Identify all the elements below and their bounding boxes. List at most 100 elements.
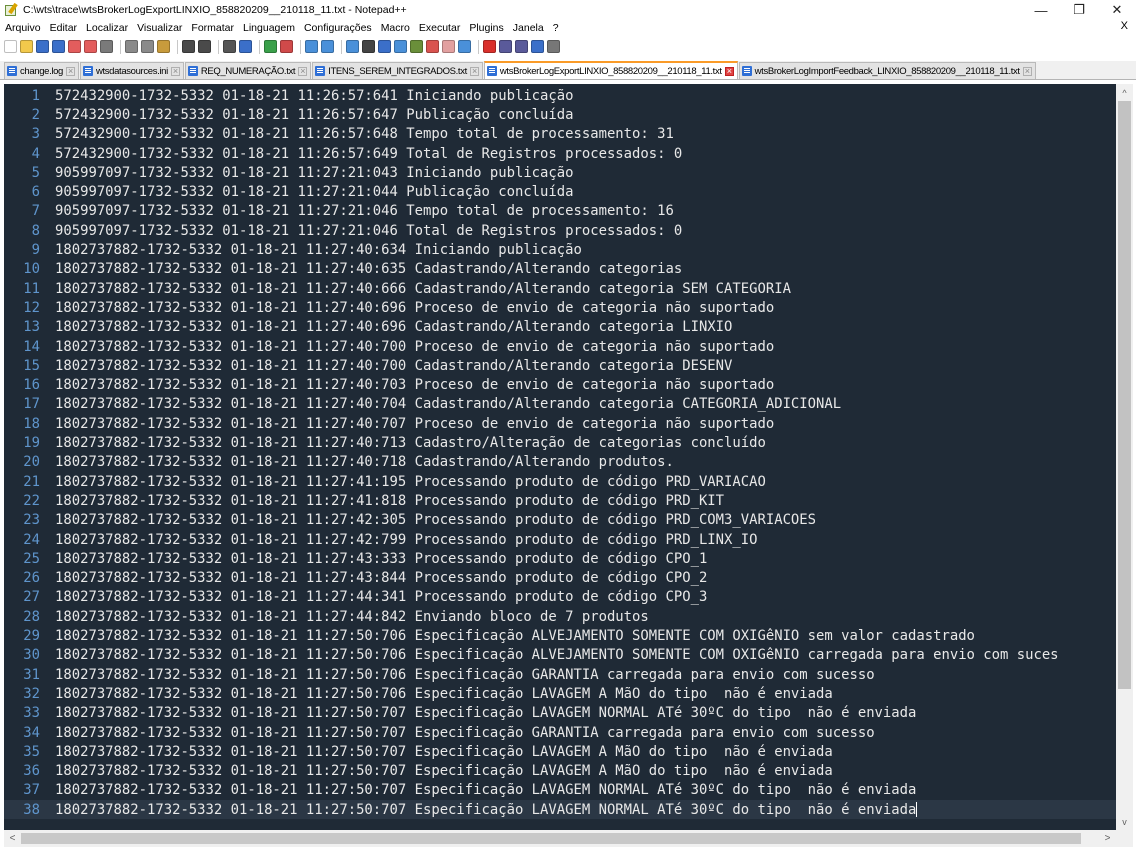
doc-map-icon[interactable] <box>410 40 423 53</box>
menu-plugins[interactable]: Plugins <box>469 22 503 34</box>
menu-formatar[interactable]: Formatar <box>191 22 234 34</box>
editor-line[interactable]: 6 905997097-1732-5332 01-18-21 11:27:21:0… <box>4 183 1116 202</box>
editor-line[interactable]: 13 1802737882-1732-5332 01-18-21 11:27:40… <box>4 318 1116 337</box>
editor-line[interactable]: 28 1802737882-1732-5332 01-18-21 11:27:44… <box>4 607 1116 626</box>
editor-line[interactable]: 38 1802737882-1732-5332 01-18-21 11:27:50… <box>4 800 1116 820</box>
close-tab-icon[interactable]: × <box>724 66 734 76</box>
editor-line[interactable]: 30 1802737882-1732-5332 01-18-21 11:27:50… <box>4 646 1116 665</box>
editor-line[interactable]: 19 1802737882-1732-5332 01-18-21 11:27:40… <box>4 433 1116 452</box>
horizontal-scrollbar[interactable]: < > <box>4 830 1116 847</box>
print-icon[interactable] <box>100 40 113 53</box>
editor-line[interactable]: 23 1802737882-1732-5332 01-18-21 11:27:42… <box>4 511 1116 530</box>
monitoring-icon[interactable] <box>458 40 471 53</box>
save-icon[interactable] <box>36 40 49 53</box>
language-icon[interactable] <box>394 40 407 53</box>
menu-janela[interactable]: Janela <box>513 22 544 34</box>
close-tab-icon[interactable]: × <box>65 66 75 76</box>
save-all-icon[interactable] <box>52 40 65 53</box>
menu-configuracoes[interactable]: Configurações <box>304 22 372 34</box>
folder-workspace-icon[interactable] <box>442 40 455 53</box>
editor-line[interactable]: 26 1802737882-1732-5332 01-18-21 11:27:43… <box>4 569 1116 588</box>
editor-line[interactable]: 9 1802737882-1732-5332 01-18-21 11:27:40:… <box>4 240 1116 259</box>
copy-icon[interactable] <box>141 40 154 53</box>
save-macro-icon[interactable] <box>547 40 560 53</box>
editor-line[interactable]: 36 1802737882-1732-5332 01-18-21 11:27:50… <box>4 762 1116 781</box>
word-wrap-icon[interactable] <box>346 40 359 53</box>
editor-line[interactable]: 35 1802737882-1732-5332 01-18-21 11:27:50… <box>4 742 1116 761</box>
horizontal-scroll-thumb[interactable] <box>21 833 1081 844</box>
editor-line[interactable]: 1 572432900-1732-5332 01-18-21 11:26:57:6… <box>4 86 1116 105</box>
file-tab[interactable]: change.log × <box>4 62 79 79</box>
menu-help[interactable]: ? <box>553 22 559 34</box>
show-all-chars-icon[interactable] <box>362 40 375 53</box>
close-tab-icon[interactable]: × <box>170 66 180 76</box>
editor-line[interactable]: 12 1802737882-1732-5332 01-18-21 11:27:40… <box>4 298 1116 317</box>
editor-line[interactable]: 14 1802737882-1732-5332 01-18-21 11:27:40… <box>4 337 1116 356</box>
scroll-down-arrow[interactable]: v <box>1116 813 1133 830</box>
close-window-button[interactable]: ✕ <box>1098 0 1136 20</box>
editor-line[interactable]: 4 572432900-1732-5332 01-18-21 11:26:57:6… <box>4 144 1116 163</box>
open-file-icon[interactable] <box>20 40 33 53</box>
editor-line[interactable]: 15 1802737882-1732-5332 01-18-21 11:27:40… <box>4 356 1116 375</box>
close-file-icon[interactable] <box>68 40 81 53</box>
editor-line[interactable]: 25 1802737882-1732-5332 01-18-21 11:27:43… <box>4 549 1116 568</box>
editor-line[interactable]: 7 905997097-1732-5332 01-18-21 11:27:21:0… <box>4 202 1116 221</box>
menu-visualizar[interactable]: Visualizar <box>137 22 182 34</box>
editor-line[interactable]: 20 1802737882-1732-5332 01-18-21 11:27:40… <box>4 453 1116 472</box>
menu-arquivo[interactable]: Arquivo <box>5 22 41 34</box>
editor-line[interactable]: 24 1802737882-1732-5332 01-18-21 11:27:42… <box>4 530 1116 549</box>
close-all-icon[interactable] <box>84 40 97 53</box>
editor-line[interactable]: 11 1802737882-1732-5332 01-18-21 11:27:40… <box>4 279 1116 298</box>
minimize-button[interactable]: — <box>1022 0 1060 20</box>
zoom-in-icon[interactable] <box>264 40 277 53</box>
editor-line[interactable]: 2 572432900-1732-5332 01-18-21 11:26:57:6… <box>4 105 1116 124</box>
menu-macro[interactable]: Macro <box>381 22 410 34</box>
maximize-button[interactable]: ❐ <box>1060 0 1098 20</box>
close-tab-icon[interactable]: × <box>469 66 479 76</box>
menu-executar[interactable]: Executar <box>419 22 460 34</box>
indent-guide-icon[interactable] <box>378 40 391 53</box>
menu-editar[interactable]: Editar <box>50 22 77 34</box>
editor-text-area[interactable]: 1 572432900-1732-5332 01-18-21 11:26:57:6… <box>4 84 1116 830</box>
paste-icon[interactable] <box>157 40 170 53</box>
editor-line[interactable]: 8 905997097-1732-5332 01-18-21 11:27:21:0… <box>4 221 1116 240</box>
editor-line[interactable]: 33 1802737882-1732-5332 01-18-21 11:27:50… <box>4 704 1116 723</box>
undo-icon[interactable] <box>182 40 195 53</box>
editor-line[interactable]: 32 1802737882-1732-5332 01-18-21 11:27:50… <box>4 684 1116 703</box>
file-tab[interactable]: wtsdatasources.ini × <box>79 62 184 79</box>
editor-line[interactable]: 3 572432900-1732-5332 01-18-21 11:26:57:6… <box>4 125 1116 144</box>
menu-linguagem[interactable]: Linguagem <box>243 22 295 34</box>
close-tab-icon[interactable]: × <box>1022 66 1032 76</box>
menu-localizar[interactable]: Localizar <box>86 22 128 34</box>
sync-vertical-icon[interactable] <box>305 40 318 53</box>
vertical-scrollbar[interactable]: ^ v <box>1116 84 1133 830</box>
editor-line[interactable]: 21 1802737882-1732-5332 01-18-21 11:27:41… <box>4 472 1116 491</box>
redo-icon[interactable] <box>198 40 211 53</box>
find-icon[interactable] <box>223 40 236 53</box>
editor-line[interactable]: 27 1802737882-1732-5332 01-18-21 11:27:44… <box>4 588 1116 607</box>
editor-line[interactable]: 37 1802737882-1732-5332 01-18-21 11:27:50… <box>4 781 1116 800</box>
new-file-icon[interactable] <box>4 40 17 53</box>
play-macro-icon[interactable] <box>515 40 528 53</box>
editor-line[interactable]: 10 1802737882-1732-5332 01-18-21 11:27:40… <box>4 260 1116 279</box>
editor-line[interactable]: 16 1802737882-1732-5332 01-18-21 11:27:40… <box>4 376 1116 395</box>
editor-line[interactable]: 22 1802737882-1732-5332 01-18-21 11:27:41… <box>4 491 1116 510</box>
scroll-right-arrow[interactable]: > <box>1099 830 1116 847</box>
record-macro-icon[interactable] <box>483 40 496 53</box>
sync-horizontal-icon[interactable] <box>321 40 334 53</box>
editor-line[interactable]: 17 1802737882-1732-5332 01-18-21 11:27:40… <box>4 395 1116 414</box>
run-macro-multiple-icon[interactable] <box>531 40 544 53</box>
editor-line[interactable]: 18 1802737882-1732-5332 01-18-21 11:27:40… <box>4 414 1116 433</box>
function-list-icon[interactable] <box>426 40 439 53</box>
replace-icon[interactable] <box>239 40 252 53</box>
close-tab-icon[interactable]: × <box>298 66 308 76</box>
file-tab[interactable]: ITENS_SEREM_INTEGRADOS.txt × <box>312 62 483 79</box>
scroll-up-arrow[interactable]: ^ <box>1116 84 1133 101</box>
close-document-button[interactable]: X <box>1121 20 1128 32</box>
vertical-scroll-thumb[interactable] <box>1118 101 1131 689</box>
stop-macro-icon[interactable] <box>499 40 512 53</box>
cut-icon[interactable] <box>125 40 138 53</box>
file-tab[interactable]: REQ_NUMERAÇÃO.txt × <box>184 62 312 79</box>
editor-line[interactable]: 29 1802737882-1732-5332 01-18-21 11:27:50… <box>4 626 1116 645</box>
file-tab[interactable]: wtsBrokerLogExportLINXIO_858820209__2101… <box>483 61 738 79</box>
